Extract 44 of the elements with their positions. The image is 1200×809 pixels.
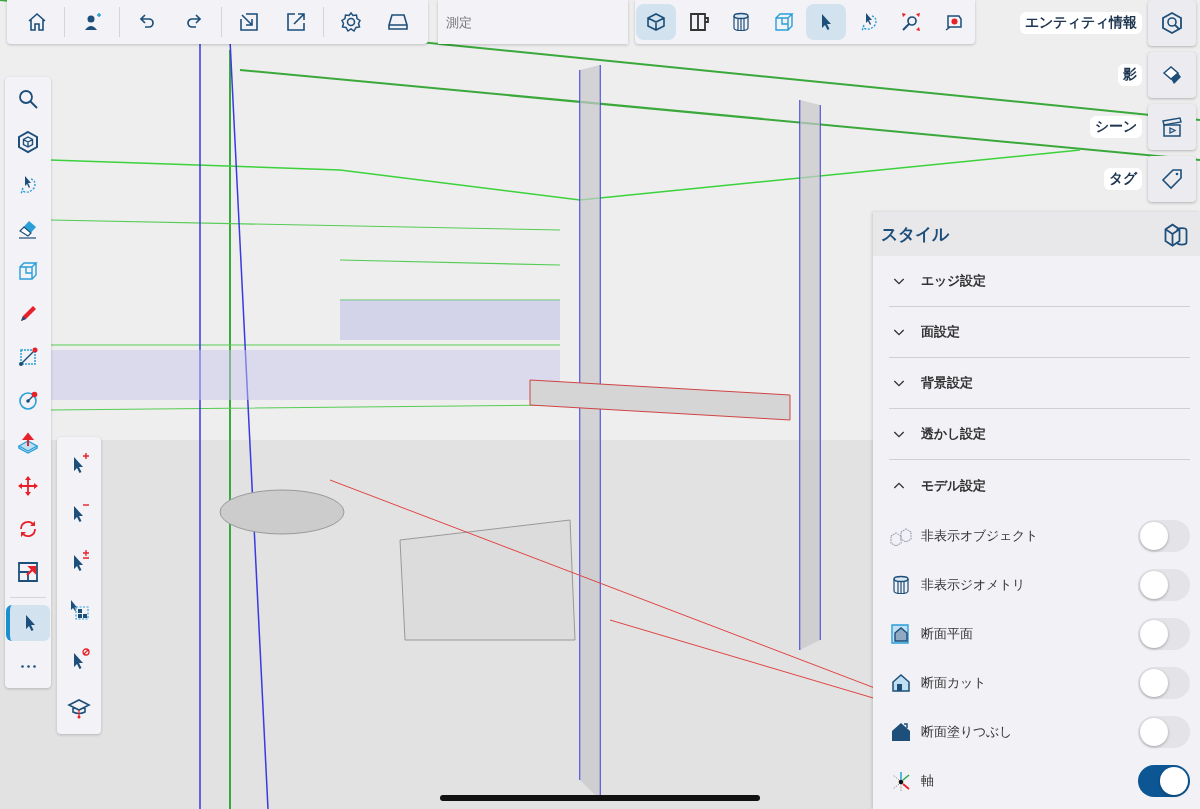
toggle-label: 断面平面	[921, 624, 974, 643]
scale-icon	[16, 560, 40, 584]
toggle-label: 非表示ジオメトリ	[921, 575, 1026, 594]
clapper-icon	[1160, 115, 1184, 139]
hexagon-cube-icon	[16, 130, 40, 154]
toggle-switch[interactable]	[1138, 568, 1190, 601]
clapper-button[interactable]	[1148, 104, 1196, 150]
move-arrows-icon	[16, 474, 40, 498]
section-header[interactable]: 透かし設定	[889, 409, 1190, 460]
magnifier-cube-button[interactable]	[1148, 0, 1196, 46]
toggle-label: 軸	[921, 771, 935, 790]
toggle-switch[interactable]	[1138, 617, 1190, 650]
toggle-label: 断面カット	[921, 673, 987, 692]
magnifier-cube-icon	[1160, 11, 1184, 35]
rectangle-icon	[16, 345, 40, 369]
settings-icon	[339, 10, 364, 34]
tray-label: シーン	[1090, 116, 1142, 138]
graduation-cap-icon	[67, 696, 91, 720]
search-icon	[16, 87, 40, 111]
toggle-switch[interactable]	[1138, 715, 1190, 748]
wireframe-box-icon	[16, 259, 40, 283]
panel-title: スタイル	[881, 222, 949, 246]
push-pull-icon	[16, 431, 40, 455]
arrow-cursor-button[interactable]	[806, 4, 847, 40]
block-shadow-button[interactable]	[1148, 52, 1196, 98]
section-header[interactable]: 背景設定	[889, 358, 1190, 409]
more-icon	[20, 664, 36, 668]
toggle-label: 断面塗りつぶし	[921, 722, 1013, 741]
toggle-switch[interactable]	[1138, 519, 1190, 552]
toggle-label: 非表示オブジェクト	[921, 526, 1039, 545]
arrow-cursor-button[interactable]	[6, 605, 50, 641]
block-shadow-icon	[1160, 63, 1184, 87]
tray-label: エンティティ情報	[1020, 12, 1142, 34]
section-header[interactable]: モデル設定	[889, 460, 1190, 511]
tag-icon	[1160, 167, 1184, 191]
box-button[interactable]	[636, 4, 677, 40]
tray-label: 影	[1118, 64, 1142, 86]
tag-button[interactable]	[1148, 156, 1196, 202]
section-header[interactable]: 面設定	[889, 307, 1190, 358]
toggle-switch[interactable]	[1138, 764, 1190, 797]
tray-label: タグ	[1104, 168, 1142, 190]
measure-field[interactable]: 測定	[438, 0, 628, 44]
toggle-switch[interactable]	[1138, 666, 1190, 699]
section-header[interactable]: エッジ設定	[889, 256, 1190, 307]
